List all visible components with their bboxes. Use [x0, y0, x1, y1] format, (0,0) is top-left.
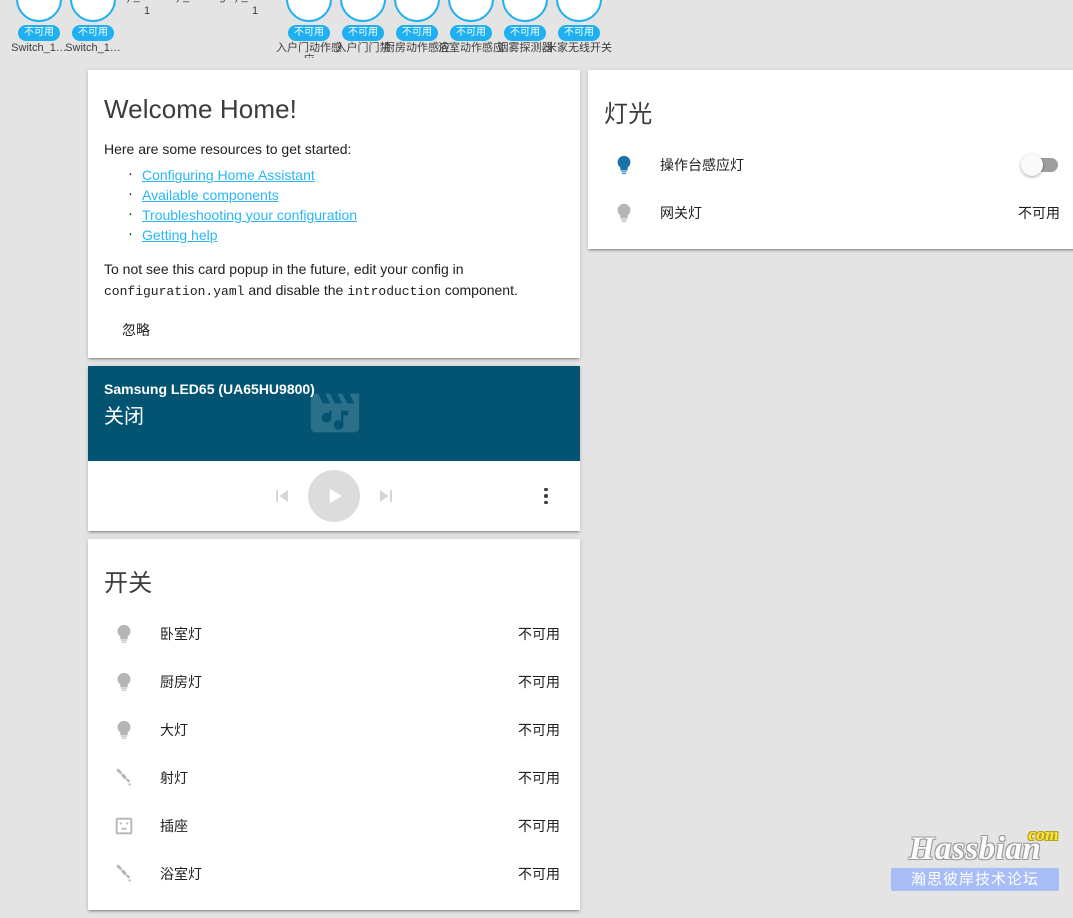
switch-row-icon — [104, 815, 144, 837]
intro-link-3[interactable]: Troubleshooting your configuration — [142, 207, 357, 223]
badge-value: 不可用 — [504, 25, 546, 41]
column-right: 灯光 操作台感应灯网关灯不可用 — [588, 70, 1073, 257]
badge-value: 不可用 — [288, 25, 330, 41]
switches-card: 开关 卧室灯不可用厨房灯不可用大灯不可用射灯不可用插座不可用浴室灯不可用 — [88, 539, 580, 910]
intro-link-1[interactable]: Configuring Home Assistant — [142, 167, 315, 183]
dismiss-row: 忽略 — [104, 302, 564, 350]
intro-lead-text: Here are some resources to get started: — [104, 139, 564, 159]
introduction-card: Welcome Home! Here are some resources to… — [88, 70, 580, 358]
table-row[interactable]: 操作台感应灯 — [604, 141, 1064, 189]
spotlight-icon — [113, 863, 135, 885]
badge-label: Switch_1… — [56, 42, 130, 54]
badge-value: 不可用 — [558, 25, 600, 41]
lightbulb-icon — [113, 623, 135, 645]
intro-link-4[interactable]: Getting help — [142, 227, 218, 243]
intro-footer-part-b: and disable the — [248, 282, 343, 298]
badge-value: 不可用 — [342, 25, 384, 41]
badge-11[interactable]: 不可用米家无线开关 — [542, 0, 616, 54]
intro-link-list: Configuring Home Assistant Available comp… — [104, 165, 564, 245]
entity-toggle-switch[interactable] — [1022, 158, 1058, 172]
lights-row-list: 操作台感应灯网关灯不可用 — [604, 141, 1064, 237]
list-item: Getting help — [142, 225, 564, 245]
dot-icon — [544, 488, 548, 492]
lightbulb-icon — [613, 154, 635, 176]
list-item: Available components — [142, 185, 564, 205]
switch-row-name: 大灯 — [144, 720, 518, 740]
table-row[interactable]: 厨房灯不可用 — [104, 658, 564, 706]
media-player-card: Samsung LED65 (UA65HU9800) 关闭 — [88, 366, 580, 531]
switch-row-name: 厨房灯 — [144, 672, 518, 692]
light-row-icon — [604, 202, 644, 224]
switch-row-icon — [104, 863, 144, 885]
skip-previous-icon — [270, 484, 294, 508]
badge-value: 不可用 — [396, 25, 438, 41]
light-row-icon — [604, 154, 644, 176]
switch-row-state: 不可用 — [518, 864, 564, 884]
switch-row-state: 不可用 — [518, 816, 564, 836]
component-name: introduction — [347, 284, 441, 299]
light-row-state: 不可用 — [1018, 203, 1064, 223]
intro-footer-part-a: To not see this card popup in the future… — [104, 261, 464, 277]
next-track-button[interactable] — [374, 484, 398, 508]
switch-row-icon — [104, 671, 144, 693]
switch-row-icon — [104, 767, 144, 789]
page-title: Welcome Home! — [104, 70, 564, 139]
lightbulb-icon — [113, 719, 135, 741]
switch-row-name: 射灯 — [144, 768, 518, 788]
badge-value: 不可用 — [18, 25, 60, 41]
switch-row-name: 浴室灯 — [144, 864, 518, 884]
switch-row-state: 不可用 — [518, 624, 564, 644]
badge-circle-icon — [556, 0, 602, 22]
switch-row-state: 不可用 — [518, 672, 564, 692]
lights-card-title: 灯光 — [604, 70, 1064, 141]
switches-row-list: 卧室灯不可用厨房灯不可用大灯不可用射灯不可用插座不可用浴室灯不可用 — [104, 610, 564, 898]
intro-footer-part-c: component. — [445, 282, 518, 298]
dot-icon — [544, 501, 548, 505]
lightbulb-icon — [113, 671, 135, 693]
table-row[interactable]: 卧室灯不可用 — [104, 610, 564, 658]
intro-footer-text: To not see this card popup in the future… — [104, 259, 564, 302]
media-player-state: 关闭 — [104, 404, 564, 430]
media-player-controls — [88, 461, 580, 531]
light-row-name: 网关灯 — [644, 203, 1018, 223]
dot-icon — [544, 494, 548, 498]
lightbulb-icon — [613, 202, 635, 224]
badge-value: 不可用 — [72, 25, 114, 41]
badge-strip: 不可用Switch_1…不可用Switch_1…Wall Switch (Bot… — [0, 0, 1073, 58]
switches-card-title: 开关 — [104, 539, 564, 610]
play-icon — [321, 483, 347, 509]
toggle-knob — [1021, 154, 1043, 176]
dashboard-columns: Welcome Home! Here are some resources to… — [0, 58, 1073, 899]
list-item: Troubleshooting your configuration — [142, 205, 564, 225]
outlet-icon — [113, 815, 135, 837]
switch-row-icon — [104, 623, 144, 645]
switch-row-state: 不可用 — [518, 720, 564, 740]
column-left: Welcome Home! Here are some resources to… — [88, 70, 580, 918]
media-player-banner[interactable]: Samsung LED65 (UA65HU9800) 关闭 — [88, 366, 580, 461]
table-row[interactable]: 网关灯不可用 — [604, 189, 1064, 237]
play-button[interactable] — [308, 470, 360, 522]
badge-label: 米家无线开关 — [542, 42, 616, 54]
media-more-options-button[interactable] — [534, 484, 558, 508]
list-item: Configuring Home Assistant — [142, 165, 564, 185]
dismiss-button[interactable]: 忽略 — [116, 316, 156, 344]
media-player-name: Samsung LED65 (UA65HU9800) — [104, 380, 564, 398]
switch-row-name: 卧室灯 — [144, 624, 518, 644]
switch-row-state: 不可用 — [518, 768, 564, 788]
switch-row-icon — [104, 719, 144, 741]
table-row[interactable]: 大灯不可用 — [104, 706, 564, 754]
table-row[interactable]: 插座不可用 — [104, 802, 564, 850]
table-row[interactable]: 浴室灯不可用 — [104, 850, 564, 898]
skip-next-icon — [374, 484, 398, 508]
switch-row-name: 插座 — [144, 816, 518, 836]
lights-card: 灯光 操作台感应灯网关灯不可用 — [588, 70, 1073, 249]
light-row-name: 操作台感应灯 — [644, 155, 1022, 175]
badge-value: 不可用 — [450, 25, 492, 41]
config-file-name: configuration.yaml — [104, 284, 244, 299]
table-row[interactable]: 射灯不可用 — [104, 754, 564, 802]
spotlight-icon — [113, 767, 135, 789]
intro-link-2[interactable]: Available components — [142, 187, 279, 203]
previous-track-button[interactable] — [270, 484, 294, 508]
